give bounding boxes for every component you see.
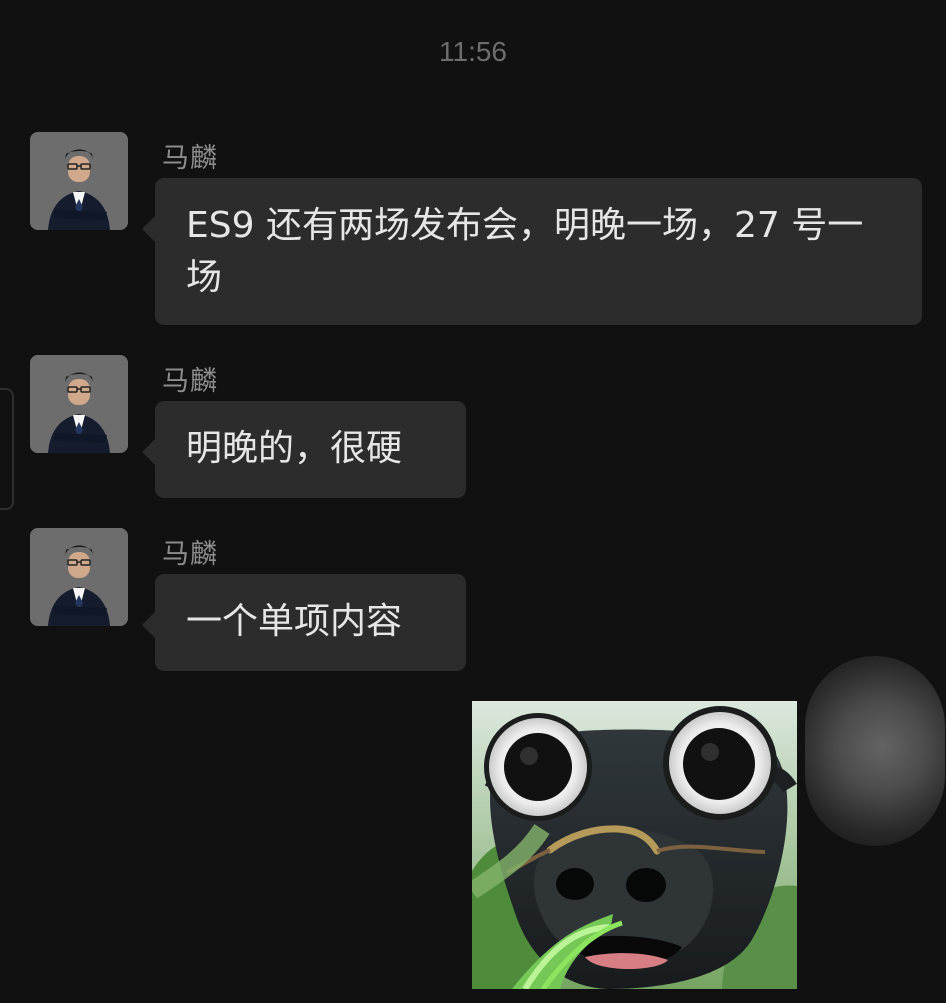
user-avatar-icon xyxy=(30,132,128,230)
chat-bubble[interactable]: 明晚的，很硬 xyxy=(142,401,466,498)
avatar[interactable] xyxy=(30,528,128,626)
sender-name: 马麟 xyxy=(162,143,218,174)
timestamp: 11:56 xyxy=(439,36,507,67)
avatar[interactable] xyxy=(30,132,128,230)
image-message[interactable] xyxy=(472,701,797,989)
photo-icon xyxy=(472,701,797,989)
self-avatar[interactable] xyxy=(805,656,945,846)
sender-name: 马麟 xyxy=(162,539,218,570)
avatar[interactable] xyxy=(30,355,128,453)
sender-name: 马麟 xyxy=(162,366,218,397)
side-edge xyxy=(0,388,14,510)
user-avatar-icon xyxy=(30,528,128,626)
chat-bubble[interactable]: ES9 还有两场发布会，明晚一场，27 号一场 xyxy=(142,178,922,325)
user-avatar-icon xyxy=(30,355,128,453)
chat-bubble[interactable]: 一个单项内容 xyxy=(142,574,466,671)
